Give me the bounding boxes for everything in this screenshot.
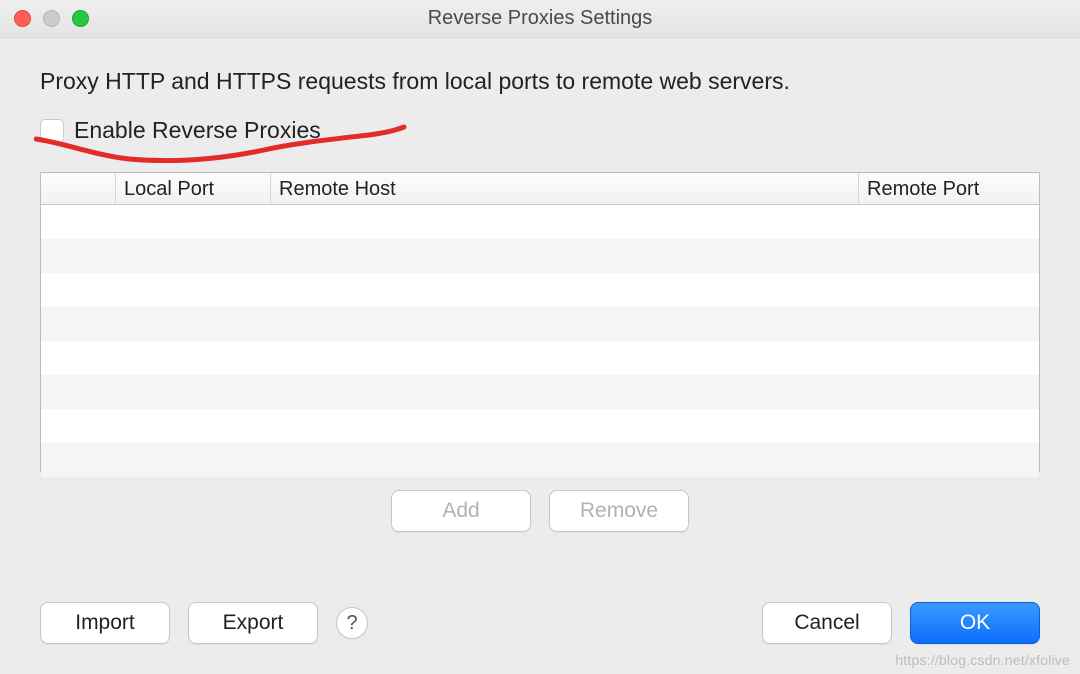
enable-reverse-proxies-checkbox[interactable] — [40, 119, 64, 143]
ok-button[interactable]: OK — [910, 602, 1040, 644]
titlebar: Reverse Proxies Settings — [0, 0, 1080, 38]
column-check[interactable] — [41, 173, 116, 204]
table-row — [41, 239, 1039, 273]
remove-button[interactable]: Remove — [549, 490, 689, 532]
table-row — [41, 307, 1039, 341]
cancel-button[interactable]: Cancel — [762, 602, 892, 644]
enable-reverse-proxies-label: Enable Reverse Proxies — [74, 117, 321, 144]
table-header: Local Port Remote Host Remote Port — [41, 173, 1039, 205]
table-row — [41, 205, 1039, 239]
content-area: Proxy HTTP and HTTPS requests from local… — [0, 38, 1080, 582]
table-row — [41, 443, 1039, 477]
proxies-table: Local Port Remote Host Remote Port — [40, 172, 1040, 472]
close-icon[interactable] — [14, 10, 31, 27]
maximize-icon[interactable] — [72, 10, 89, 27]
column-remote-port[interactable]: Remote Port — [859, 173, 1039, 204]
column-remote-host[interactable]: Remote Host — [271, 173, 859, 204]
traffic-lights — [14, 10, 89, 27]
import-button[interactable]: Import — [40, 602, 170, 644]
help-button[interactable]: ? — [336, 607, 368, 639]
description-text: Proxy HTTP and HTTPS requests from local… — [40, 68, 1040, 95]
settings-window: Reverse Proxies Settings Proxy HTTP and … — [0, 0, 1080, 674]
table-body[interactable] — [41, 205, 1039, 477]
export-button[interactable]: Export — [188, 602, 318, 644]
table-row — [41, 409, 1039, 443]
column-local-port[interactable]: Local Port — [116, 173, 271, 204]
table-row — [41, 375, 1039, 409]
enable-checkbox-row: Enable Reverse Proxies — [40, 117, 1040, 144]
table-row — [41, 341, 1039, 375]
table-row — [41, 273, 1039, 307]
window-title: Reverse Proxies Settings — [428, 7, 653, 30]
table-action-buttons: Add Remove — [40, 490, 1040, 532]
watermark-text: https://blog.csdn.net/xfolive — [895, 652, 1070, 668]
add-button[interactable]: Add — [391, 490, 531, 532]
minimize-icon — [43, 10, 60, 27]
